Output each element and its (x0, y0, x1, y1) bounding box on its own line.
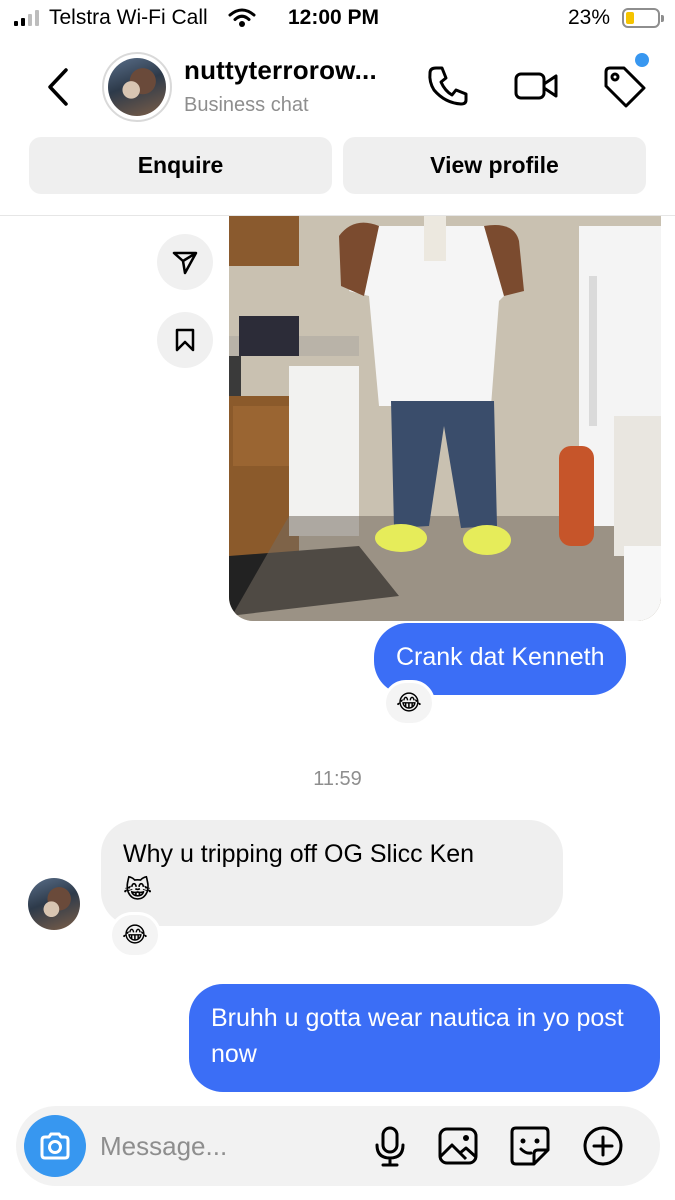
tag-icon[interactable] (600, 62, 648, 110)
chat-username[interactable]: nuttyterrorow... (184, 55, 377, 86)
shared-photo[interactable] (229, 216, 661, 621)
message-bubble-outgoing[interactable]: Bruhh u gotta wear nautica in yo post no… (189, 984, 660, 1092)
send-icon (172, 251, 198, 275)
bookmark-icon (175, 328, 195, 352)
microphone-icon[interactable] (368, 1124, 412, 1168)
phone-icon[interactable] (424, 62, 472, 110)
view-profile-button[interactable]: View profile (343, 137, 646, 194)
share-button[interactable] (157, 234, 213, 290)
camera-button[interactable] (24, 1115, 86, 1177)
battery-percent: 23% (568, 6, 611, 29)
carrier-label: Telstra Wi-Fi Call (49, 6, 208, 29)
message-text: Crank dat Kenneth (396, 643, 605, 671)
save-button[interactable] (157, 312, 213, 368)
message-emoji: 😹 (123, 876, 153, 904)
sticker-icon[interactable] (508, 1124, 552, 1168)
message-composer (16, 1106, 660, 1186)
signal-icon (14, 10, 39, 26)
photo-illustration (229, 216, 661, 621)
reaction-badge[interactable]: 😂 (109, 912, 161, 958)
timestamp: 11:59 (313, 768, 362, 790)
plus-icon[interactable] (581, 1124, 625, 1168)
camera-icon (40, 1132, 70, 1160)
gallery-icon[interactable] (436, 1124, 480, 1168)
wifi-icon (228, 8, 256, 27)
reaction-badge[interactable]: 😂 (383, 680, 435, 726)
video-icon[interactable] (512, 62, 560, 110)
clock: 12:00 PM (288, 6, 380, 29)
notification-dot (635, 53, 649, 67)
status-bar: Telstra Wi-Fi Call 12:00 PM 23% (0, 0, 675, 38)
battery-icon (622, 8, 664, 28)
sender-avatar[interactable] (28, 878, 80, 930)
profile-avatar[interactable] (102, 52, 172, 122)
message-input[interactable] (100, 1128, 360, 1164)
enquire-button[interactable]: Enquire (29, 137, 332, 194)
message-text: Bruhh u gotta wear nautica in yo post no… (211, 1004, 624, 1068)
chat-subtitle: Business chat (184, 94, 309, 116)
message-text: Why u tripping off OG Slicc Ken (123, 840, 475, 868)
message-bubble-incoming[interactable]: Why u tripping off OG Slicc Ken 😹 (101, 820, 563, 926)
back-arrow-icon[interactable] (40, 62, 80, 112)
